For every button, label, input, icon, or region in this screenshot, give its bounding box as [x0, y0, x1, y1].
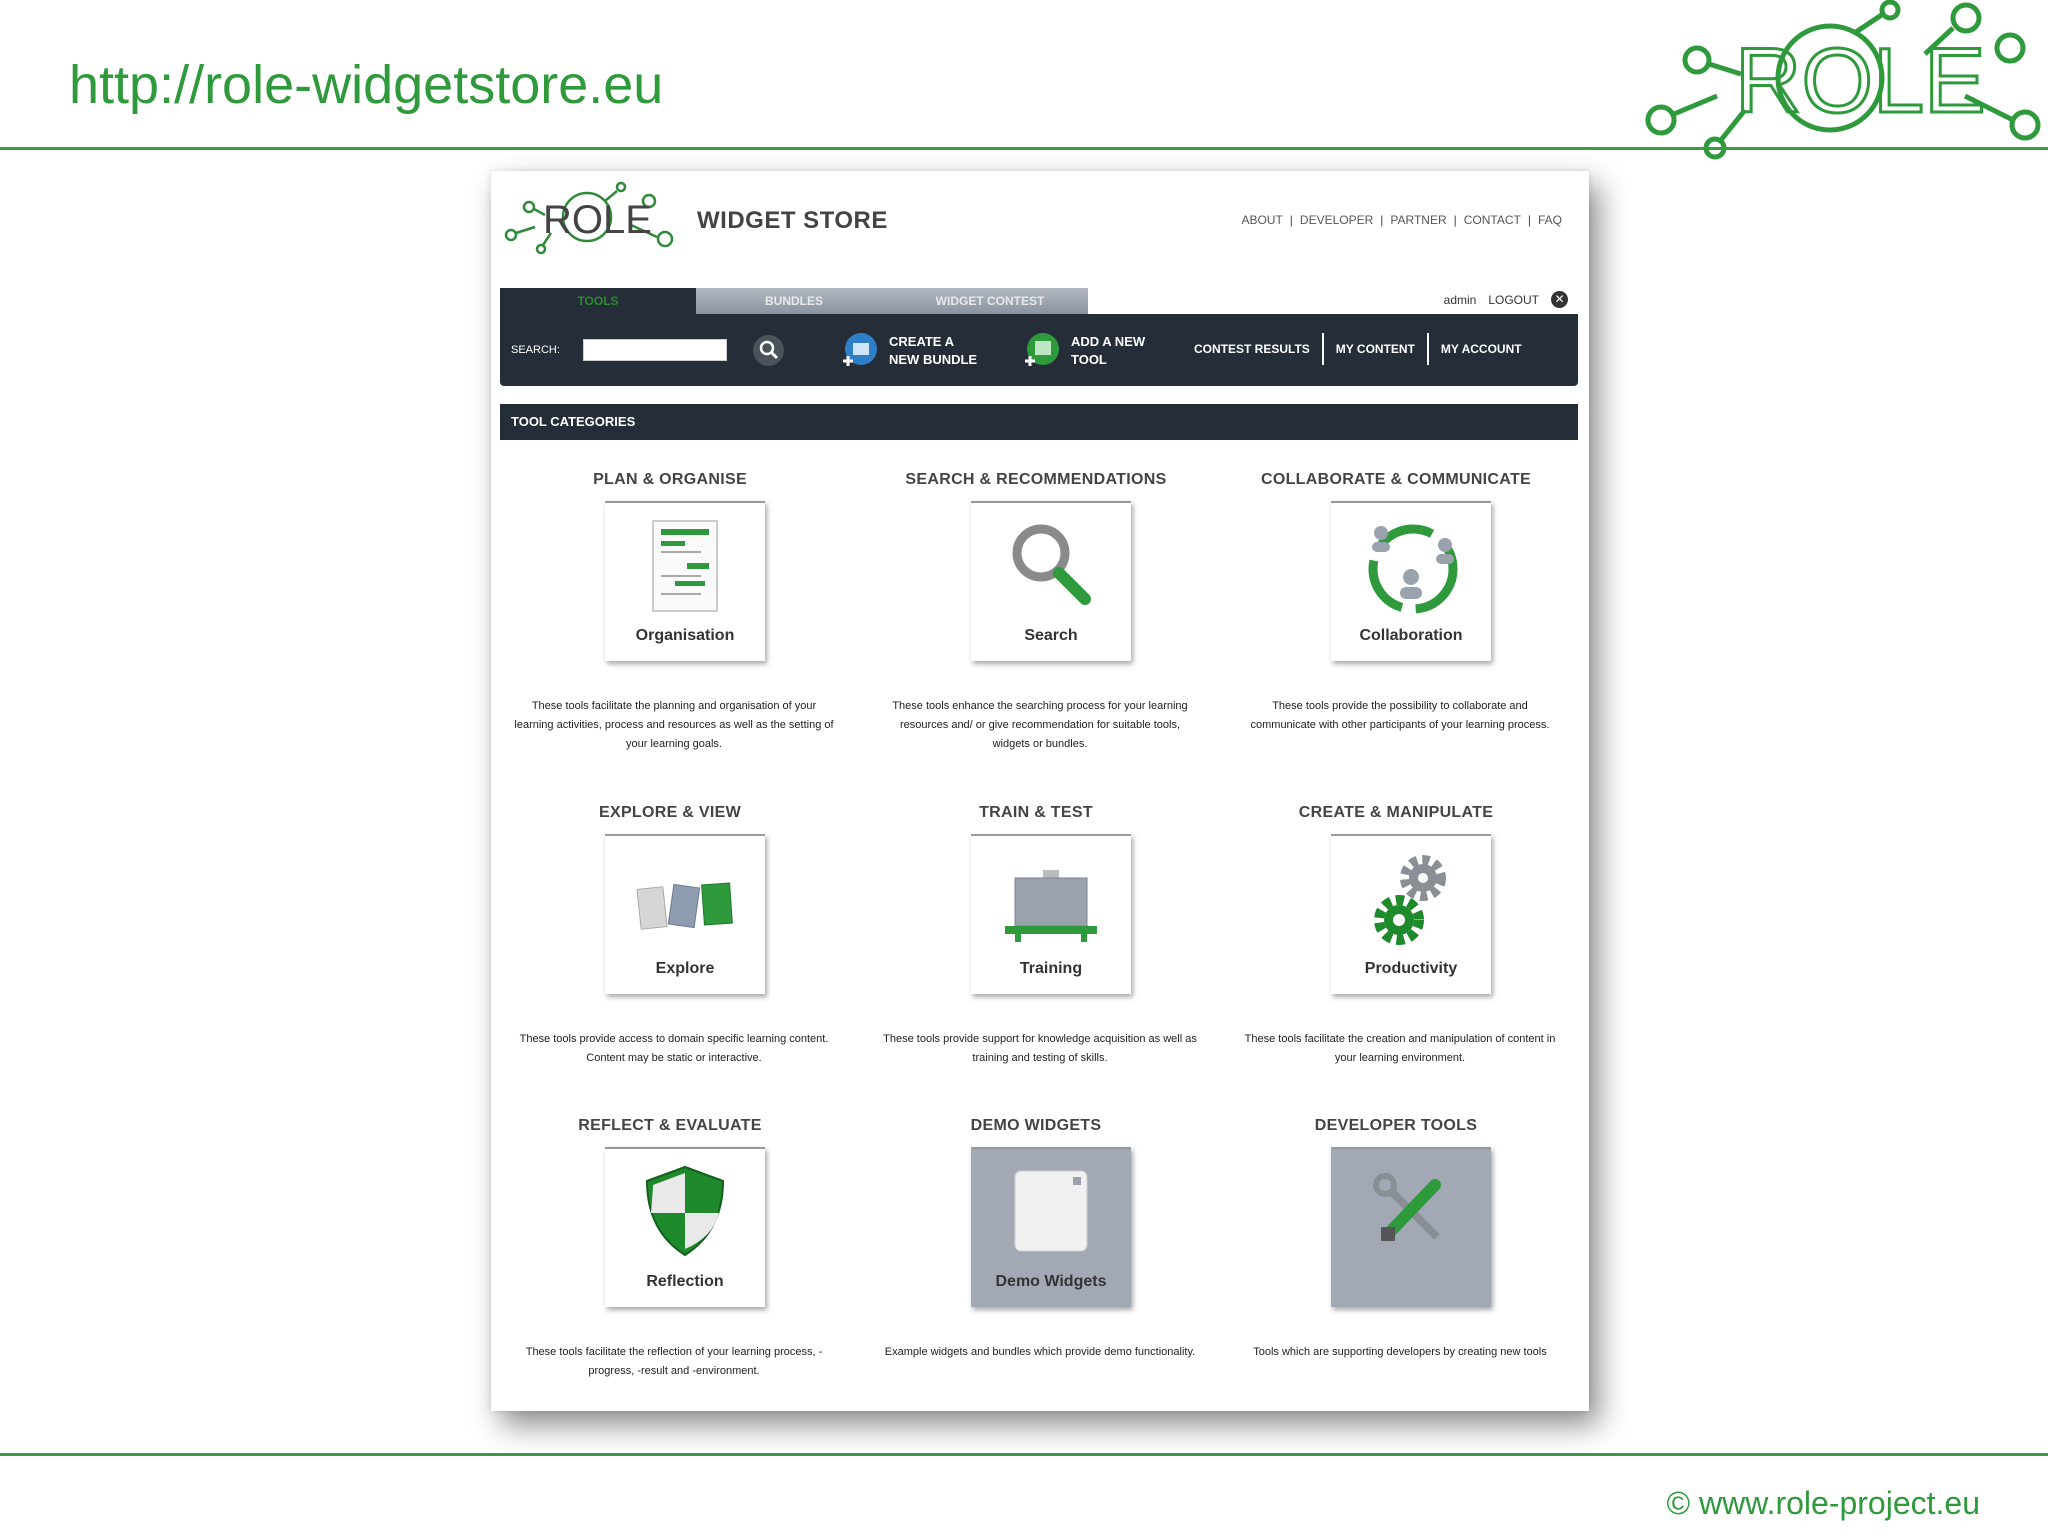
category-description: These tools facilitate the creation and …: [1244, 1033, 1556, 1064]
category-title: SEARCH & RECOMMENDATIONS: [905, 471, 1167, 488]
category-card-explore[interactable]: Explore: [605, 834, 765, 994]
category-label: Demo Widgets: [995, 1273, 1107, 1290]
training-icon: [1005, 870, 1097, 942]
category-title: PLAN & ORGANISE: [593, 471, 747, 488]
bottom-divider: [0, 1453, 2048, 1456]
category-title: EXPLORE & VIEW: [599, 804, 741, 821]
developer-tools-icon: [1373, 1173, 1441, 1241]
category-label: Reflection: [646, 1273, 724, 1290]
category-label: Training: [1019, 960, 1083, 977]
category-title: CREATE & MANIPULATE: [1298, 804, 1494, 821]
search-icon: [1012, 524, 1091, 605]
category-description: These tools enhance the searching proces…: [892, 700, 1188, 750]
category-description: These tools facilitate the reflection of…: [525, 1346, 823, 1377]
explore-icon: [636, 882, 733, 930]
role-logo: ROLE: [1645, 0, 2041, 160]
category-card-reflection[interactable]: Reflection: [605, 1147, 765, 1307]
slide-title-url: http://role-widgetstore.eu: [69, 55, 664, 115]
category-card-demo-widgets[interactable]: Demo Widgets: [971, 1147, 1131, 1307]
widget-store-screenshot: ROLE WIDGET STORE ABOUT | DEVELOPER | PART…: [491, 171, 1589, 1411]
category-description: These tools facilitate the planning and …: [514, 700, 834, 750]
category-card-developer-tools[interactable]: [1331, 1147, 1491, 1307]
demo-widget-icon: [1014, 1170, 1088, 1252]
category-description: Example widgets and bundles which provid…: [884, 1346, 1196, 1358]
category-card-collaboration[interactable]: Collaboration: [1331, 501, 1491, 661]
category-card-productivity[interactable]: Productivity: [1331, 834, 1491, 994]
category-title: COLLABORATE & COMMUNICATE: [1261, 471, 1531, 488]
category-card-organisation[interactable]: Organisation: [605, 501, 765, 661]
category-title: REFLECT & EVALUATE: [578, 1117, 762, 1134]
collaboration-icon: [1368, 524, 1458, 614]
category-title: TRAIN & TEST: [979, 804, 1093, 821]
category-label: Collaboration: [1359, 627, 1463, 644]
reflection-icon: [645, 1165, 725, 1257]
top-divider: [0, 147, 2048, 150]
category-description: These tools provide the possibility to c…: [1250, 700, 1550, 731]
category-label: Productivity: [1364, 960, 1458, 977]
category-label: Search: [1024, 627, 1078, 644]
category-description: Tools which are supporting developers by…: [1253, 1346, 1547, 1358]
category-description: These tools provide access to domain spe…: [519, 1033, 829, 1064]
productivity-icon: [1374, 855, 1446, 945]
category-label: Explore: [655, 960, 715, 977]
category-grid: PLAN & ORGANISE Organisation These tools…: [491, 171, 1589, 1411]
category-title: DEMO WIDGETS: [970, 1117, 1102, 1134]
category-card-search[interactable]: Search: [971, 501, 1131, 661]
category-description: These tools provide support for knowledg…: [883, 1033, 1197, 1064]
role-logo-text: ROLE: [1735, 30, 1986, 132]
category-title: DEVELOPER TOOLS: [1314, 1117, 1478, 1134]
category-card-training[interactable]: Training: [971, 834, 1131, 994]
organisation-icon: [652, 520, 718, 612]
category-label: Organisation: [635, 627, 735, 644]
slide-footer: © www.role-project.eu: [1666, 1485, 1980, 1521]
